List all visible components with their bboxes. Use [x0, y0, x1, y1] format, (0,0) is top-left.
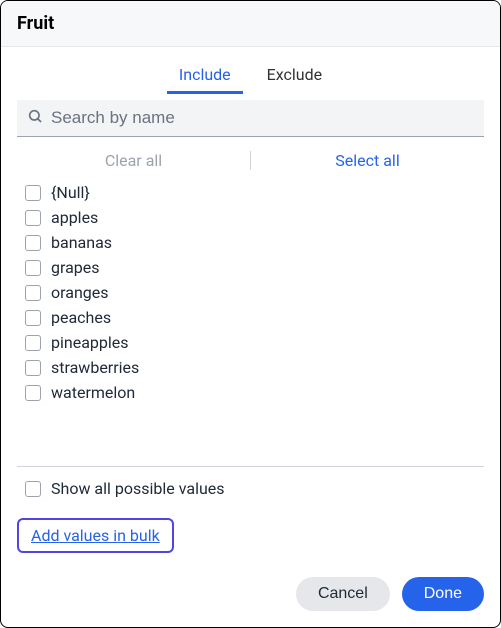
list-item-label: strawberries — [51, 358, 139, 377]
show-all-label: Show all possible values — [51, 479, 225, 498]
list-item-label: bananas — [51, 233, 112, 252]
list-item[interactable]: pineapples — [25, 330, 476, 355]
checkbox[interactable] — [25, 481, 41, 497]
search-icon — [27, 108, 43, 128]
checkbox[interactable] — [25, 385, 41, 401]
list-item-label: apples — [51, 208, 98, 227]
cancel-button[interactable]: Cancel — [296, 577, 390, 611]
checkbox[interactable] — [25, 360, 41, 376]
list-item[interactable]: strawberries — [25, 355, 476, 380]
checkbox[interactable] — [25, 185, 41, 201]
list-item[interactable]: bananas — [25, 230, 476, 255]
search-box — [17, 100, 484, 137]
search-container — [1, 94, 500, 137]
done-button[interactable]: Done — [402, 577, 484, 611]
tab-exclude[interactable]: Exclude — [259, 61, 330, 94]
list-item-label: peaches — [51, 308, 111, 327]
list-item[interactable]: oranges — [25, 280, 476, 305]
add-values-bulk-link[interactable]: Add values in bulk — [17, 518, 174, 553]
list-item-label: oranges — [51, 283, 109, 302]
filter-dialog: Fruit Include Exclude Clear all Select a… — [0, 0, 501, 628]
list-item-label: grapes — [51, 258, 100, 277]
checkbox[interactable] — [25, 235, 41, 251]
bulk-container: Add values in bulk — [1, 504, 500, 553]
checkbox[interactable] — [25, 335, 41, 351]
dialog-title: Fruit — [17, 13, 484, 34]
tabs: Include Exclude — [1, 47, 500, 94]
tab-include[interactable]: Include — [171, 61, 239, 94]
checkbox[interactable] — [25, 310, 41, 326]
search-input[interactable] — [51, 108, 474, 128]
show-all-row[interactable]: Show all possible values — [1, 467, 500, 504]
list-item-label: pineapples — [51, 333, 129, 352]
list-item[interactable]: peaches — [25, 305, 476, 330]
value-list: {Null} apples bananas grapes oranges pea… — [1, 180, 500, 450]
list-item[interactable]: {Null} — [25, 180, 476, 205]
list-item-label: watermelon — [51, 383, 135, 402]
bulk-actions: Clear all Select all — [1, 137, 500, 180]
list-item[interactable]: watermelon — [25, 380, 476, 405]
list-item-label: {Null} — [51, 183, 90, 202]
clear-all-button[interactable]: Clear all — [17, 151, 251, 170]
select-all-button[interactable]: Select all — [251, 151, 484, 170]
checkbox[interactable] — [25, 260, 41, 276]
dialog-header: Fruit — [1, 1, 500, 47]
list-item[interactable]: apples — [25, 205, 476, 230]
checkbox[interactable] — [25, 210, 41, 226]
dialog-footer: Cancel Done — [1, 553, 500, 627]
checkbox[interactable] — [25, 285, 41, 301]
list-item[interactable]: grapes — [25, 255, 476, 280]
